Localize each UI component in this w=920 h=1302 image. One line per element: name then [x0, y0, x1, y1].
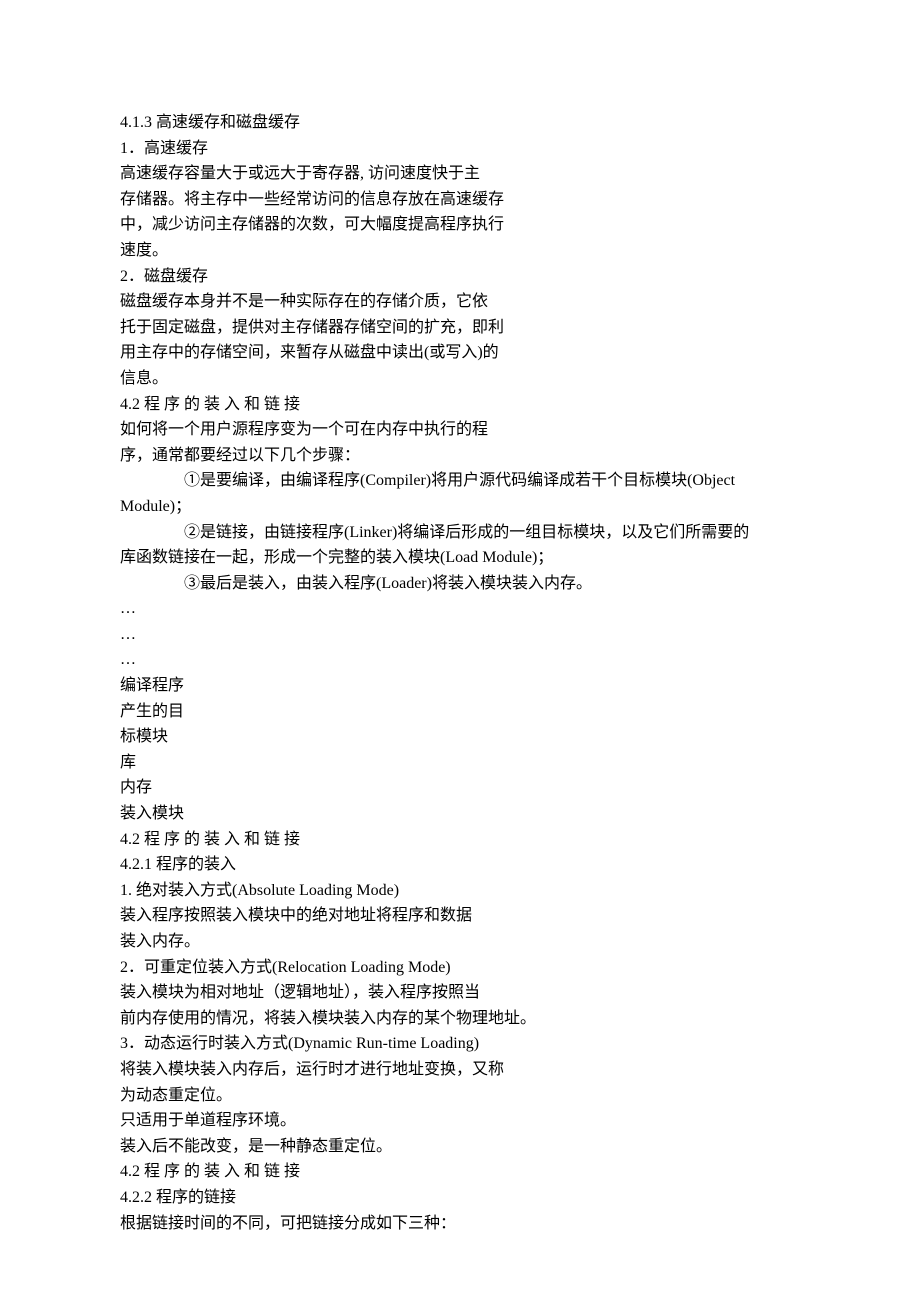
- text-line: 装入后不能改变，是一种静态重定位。: [120, 1134, 800, 1160]
- text-line: 为动态重定位。: [120, 1083, 800, 1109]
- text-line: …: [120, 622, 800, 648]
- text-line: 4.2 程 序 的 装 入 和 链 接: [120, 1159, 800, 1185]
- text-line: 根据链接时间的不同，可把链接分成如下三种：: [120, 1211, 800, 1237]
- text-line: ②是链接，由链接程序(Linker)将编译后形成的一组目标模块，以及它们所需要的: [120, 520, 800, 546]
- text-line: 2．磁盘缓存: [120, 264, 800, 290]
- text-line: 如何将一个用户源程序变为一个可在内存中执行的程: [120, 417, 800, 443]
- text-line: 托于固定磁盘，提供对主存储器存储空间的扩充，即利: [120, 315, 800, 341]
- text-line: 高速缓存容量大于或远大于寄存器, 访问速度快于主: [120, 161, 800, 187]
- text-line: 库函数链接在一起，形成一个完整的装入模块(Load Module)；: [120, 545, 800, 571]
- text-line: 信息。: [120, 366, 800, 392]
- text-line: 3．动态运行时装入方式(Dynamic Run-time Loading): [120, 1031, 800, 1057]
- text-line: 序，通常都要经过以下几个步骤：: [120, 443, 800, 469]
- text-line: 编译程序: [120, 673, 800, 699]
- text-line: 内存: [120, 775, 800, 801]
- text-line: ①是要编译，由编译程序(Compiler)将用户源代码编译成若干个目标模块(Ob…: [120, 468, 800, 494]
- text-line: 库: [120, 750, 800, 776]
- text-line: 4.2 程 序 的 装 入 和 链 接: [120, 827, 800, 853]
- text-line: 装入模块为相对地址（逻辑地址），装入程序按照当: [120, 980, 800, 1006]
- text-line: 标模块: [120, 724, 800, 750]
- text-line: 速度。: [120, 238, 800, 264]
- text-line: 4.1.3 高速缓存和磁盘缓存: [120, 110, 800, 136]
- text-line: ③最后是装入，由装入程序(Loader)将装入模块装入内存。: [120, 571, 800, 597]
- text-line: 1．高速缓存: [120, 136, 800, 162]
- text-line: Module)；: [120, 494, 800, 520]
- text-line: 产生的目: [120, 699, 800, 725]
- text-line: 4.2 程 序 的 装 入 和 链 接: [120, 392, 800, 418]
- text-line: …: [120, 596, 800, 622]
- document-body: 4.1.3 高速缓存和磁盘缓存 1．高速缓存 高速缓存容量大于或远大于寄存器, …: [120, 110, 800, 1236]
- text-line: …: [120, 647, 800, 673]
- text-line: 装入内存。: [120, 929, 800, 955]
- text-line: 中，减少访问主存储器的次数，可大幅度提高程序执行: [120, 212, 800, 238]
- text-line: 只适用于单道程序环境。: [120, 1108, 800, 1134]
- text-line: 2．可重定位装入方式(Relocation Loading Mode): [120, 955, 800, 981]
- text-line: 前内存使用的情况，将装入模块装入内存的某个物理地址。: [120, 1006, 800, 1032]
- text-line: 4.2.1 程序的装入: [120, 852, 800, 878]
- text-line: 磁盘缓存本身并不是一种实际存在的存储介质，它依: [120, 289, 800, 315]
- text-line: 将装入模块装入内存后，运行时才进行地址变换，又称: [120, 1057, 800, 1083]
- text-line: 存储器。将主存中一些经常访问的信息存放在高速缓存: [120, 187, 800, 213]
- text-line: 1. 绝对装入方式(Absolute Loading Mode): [120, 878, 800, 904]
- text-line: 装入模块: [120, 801, 800, 827]
- text-line: 装入程序按照装入模块中的绝对地址将程序和数据: [120, 903, 800, 929]
- text-line: 用主存中的存储空间，来暂存从磁盘中读出(或写入)的: [120, 340, 800, 366]
- text-line: 4.2.2 程序的链接: [120, 1185, 800, 1211]
